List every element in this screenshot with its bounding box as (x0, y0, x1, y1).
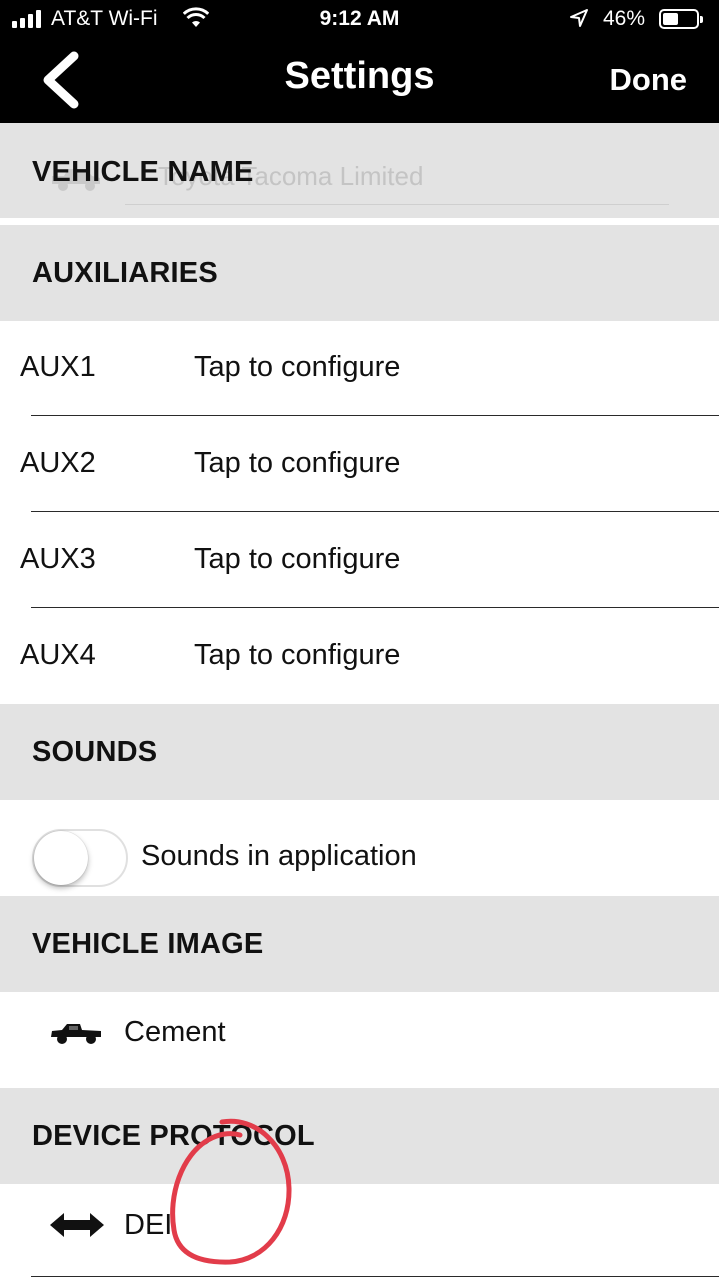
section-device-protocol: DEVICE PROTOCOL (0, 1088, 719, 1184)
double-arrow-icon (50, 1213, 104, 1237)
battery-icon (659, 9, 703, 29)
aux-row-2[interactable]: AUX2 Tap to configure (0, 416, 719, 511)
top-bar: AT&T Wi-Fi 9:12 AM 46% Settings Done (0, 0, 719, 123)
section-header-vehicle-image: VEHICLE IMAGE (32, 928, 264, 960)
truck-icon (51, 1024, 101, 1044)
section-header-auxiliaries: AUXILIARIES (32, 257, 218, 289)
done-button[interactable]: Done (610, 62, 688, 98)
aux-row-3[interactable]: AUX3 Tap to configure (0, 512, 719, 607)
aux-label: AUX4 (20, 639, 96, 671)
sounds-toggle[interactable] (32, 829, 128, 887)
section-header-vehicle-name: VEHICLE NAME (32, 156, 254, 188)
aux-label: AUX2 (20, 447, 96, 479)
sounds-toggle-label: Sounds in application (141, 840, 417, 872)
toggle-knob (34, 831, 88, 885)
location-arrow-icon (570, 9, 588, 27)
device-protocol-row[interactable] (0, 1184, 719, 1279)
vehicle-image-value: Cement (124, 1016, 226, 1048)
section-auxiliaries: AUXILIARIES (0, 225, 719, 321)
divider (31, 1276, 719, 1277)
vehicle-image-row[interactable] (0, 992, 719, 1088)
aux-value: Tap to configure (194, 543, 401, 575)
aux-value: Tap to configure (194, 639, 401, 671)
aux-value: Tap to configure (194, 351, 401, 383)
section-vehicle-image: VEHICLE IMAGE (0, 896, 719, 992)
red-annotation-circle (170, 1118, 292, 1265)
section-sounds: SOUNDS (0, 704, 719, 800)
battery-percent: 46% (603, 7, 646, 30)
aux-row-4[interactable]: AUX4 Tap to configure (0, 608, 719, 704)
battery-fill (663, 13, 678, 25)
section-header-sounds: SOUNDS (32, 736, 158, 768)
aux-label: AUX3 (20, 543, 96, 575)
section-vehicle-name: Toyota Tacoma Limited VEHICLE NAME (0, 123, 719, 218)
aux-row-1[interactable]: AUX1 Tap to configure (0, 321, 719, 416)
aux-label: AUX1 (20, 351, 96, 383)
aux-value: Tap to configure (194, 447, 401, 479)
section-gap (0, 218, 719, 225)
status-bar: AT&T Wi-Fi 9:12 AM 46% (0, 0, 719, 40)
